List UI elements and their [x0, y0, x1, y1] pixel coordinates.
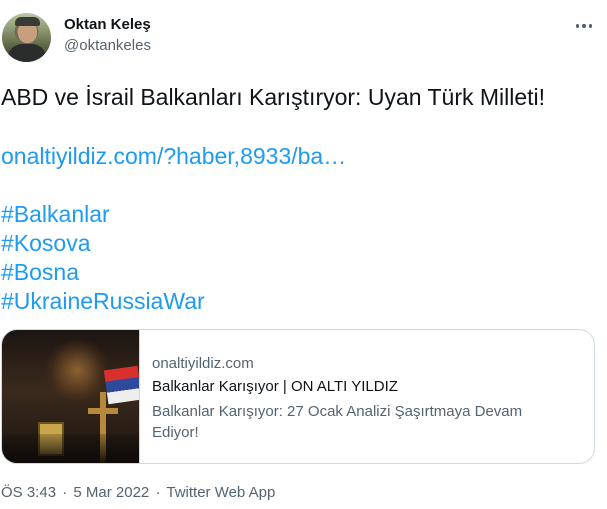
avatar-body-shape: [8, 44, 46, 62]
more-options-button[interactable]: [570, 16, 598, 36]
hashtag-link[interactable]: #Bosna: [1, 258, 79, 286]
tweet-time[interactable]: ÖS 3:43: [1, 484, 56, 501]
meta-separator: ·: [62, 484, 68, 501]
author-name[interactable]: Oktan Keleş: [64, 16, 151, 34]
card-domain: onaltiyildiz.com: [152, 355, 254, 372]
card-thumbnail: [2, 330, 140, 463]
thumbnail-crowd-shadow: [2, 434, 139, 463]
avatar-hat-shape: [15, 17, 40, 26]
tweet-link[interactable]: onaltiyildiz.com/?haber,8933/ba…: [1, 142, 346, 170]
card-description: Balkanlar Karışıyor: 27 Ocak Analizi Şaş…: [152, 403, 523, 441]
hashtag-link[interactable]: #Kosova: [1, 229, 91, 257]
tweet-date[interactable]: 5 Mar 2022: [73, 484, 149, 501]
author-handle[interactable]: @oktankeles: [64, 37, 151, 55]
link-preview-card[interactable]: onaltiyildiz.com Balkanlar Karışıyor | O…: [1, 329, 595, 464]
card-title: Balkanlar Karışıyor | ON ALTI YILDIZ: [152, 378, 398, 395]
meta-separator: ·: [155, 484, 161, 501]
hashtag-link[interactable]: #UkraineRussiaWar: [1, 287, 205, 315]
three-dots-icon: [582, 24, 586, 28]
tweet-source: Twitter Web App: [166, 484, 276, 501]
avatar[interactable]: [2, 13, 51, 62]
tweet-meta: ÖS 3:43 · 5 Mar 2022 · Twitter Web App: [1, 484, 275, 502]
tweet-text: ABD ve İsrail Balkanları Karıştıryor: Uy…: [1, 84, 546, 110]
three-dots-icon: [588, 24, 593, 28]
hashtag-link[interactable]: #Balkanlar: [1, 200, 110, 228]
thumbnail-flag: [103, 365, 139, 405]
thumbnail-cross-horizontal: [88, 408, 118, 414]
three-dots-icon: [575, 24, 580, 28]
thumbnail-light-glow: [42, 340, 112, 400]
